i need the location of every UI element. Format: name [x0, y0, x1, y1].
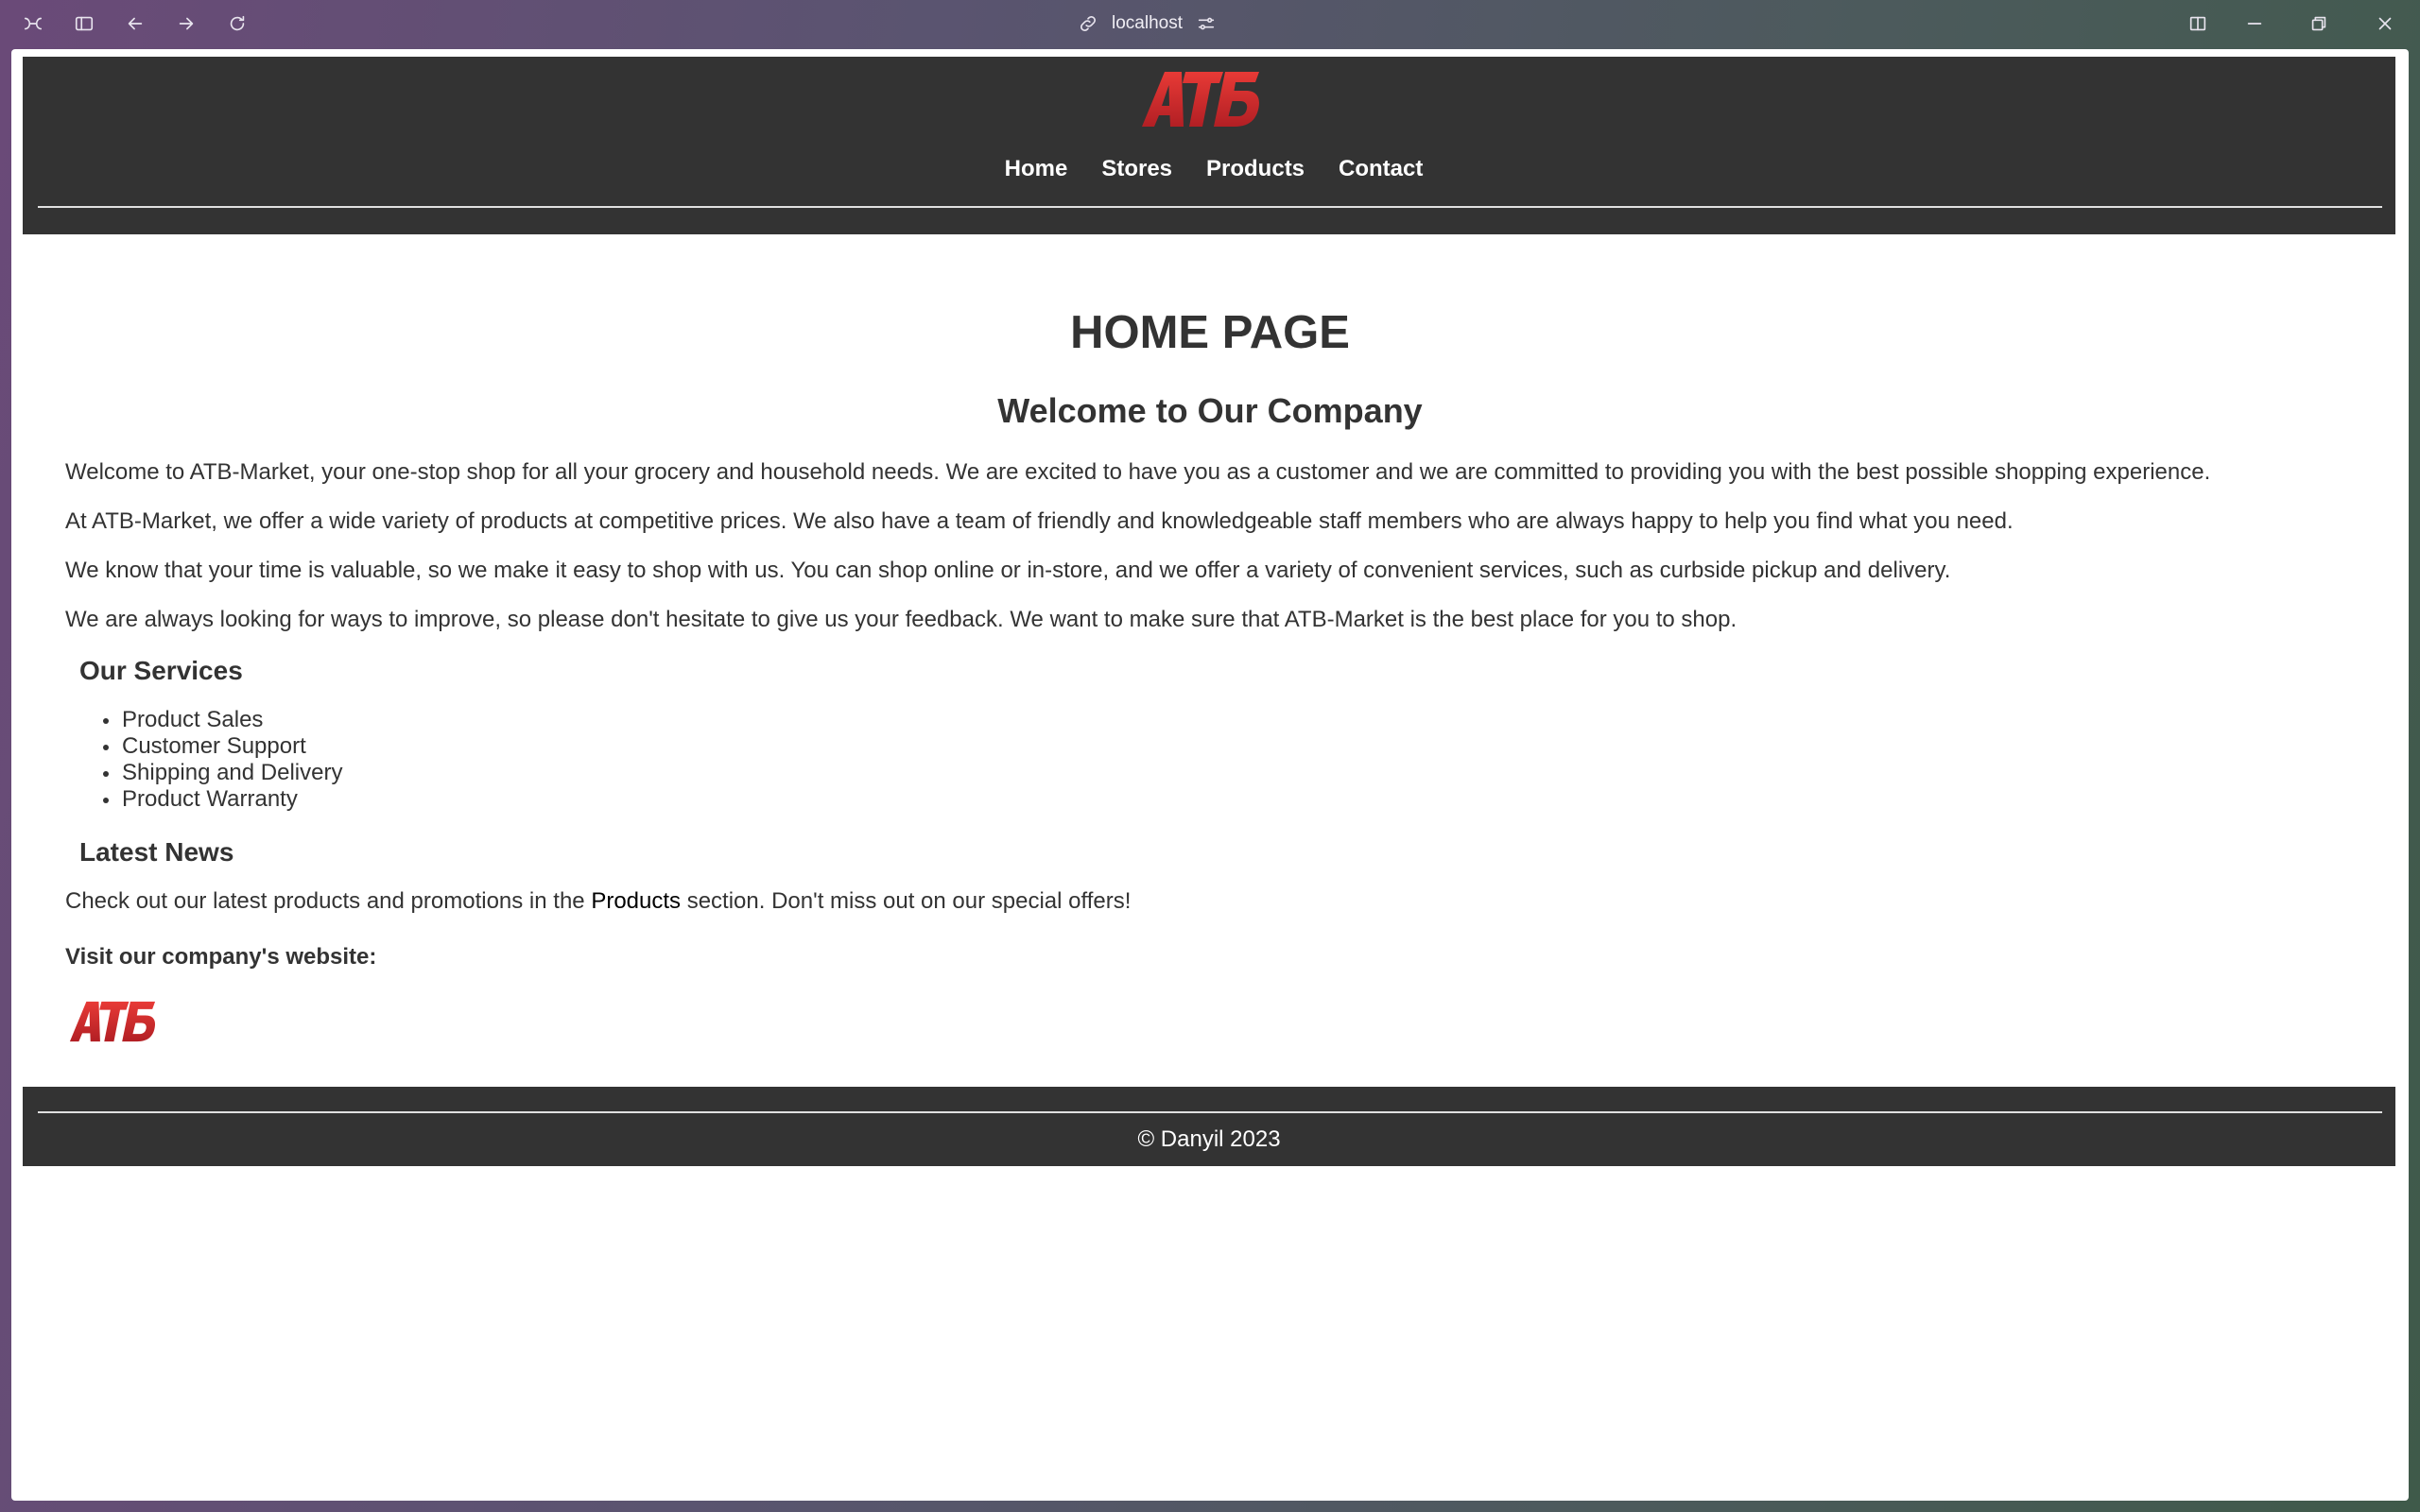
atb-website-logo-link[interactable] [65, 999, 160, 1044]
nav-contact[interactable]: Contact [1339, 156, 1423, 182]
visit-website-label: Visit our company's website: [65, 944, 377, 970]
news-heading: Latest News [79, 837, 234, 867]
address-bar[interactable]: localhost [1078, 8, 1217, 40]
reload-icon[interactable] [223, 9, 251, 38]
back-arrow-icon[interactable] [121, 9, 149, 38]
browser-logo-icon[interactable] [19, 9, 47, 38]
nav-stores[interactable]: Stores [1101, 156, 1172, 182]
site-settings-icon[interactable] [1196, 13, 1217, 34]
sidebar-toggle-icon[interactable] [70, 9, 98, 38]
header-divider [38, 206, 2382, 208]
news-text-before: Check out our latest products and promot… [65, 888, 592, 914]
restore-icon[interactable] [2305, 9, 2333, 38]
service-item: Customer Support [102, 733, 342, 760]
link-icon [1080, 16, 1096, 31]
news-text-after: section. Don't miss out on our special o… [681, 888, 1132, 914]
news-paragraph: Check out our latest products and promot… [65, 888, 1131, 915]
nav-products[interactable]: Products [1206, 156, 1305, 182]
services-list: Product Sales Customer Support Shipping … [102, 707, 343, 813]
url-text: localhost [1112, 13, 1183, 33]
site-header: Home Stores Products Contact [23, 57, 2395, 234]
service-item: Shipping and Delivery [102, 760, 343, 785]
copyright-text: © Danyil 2023 [1137, 1126, 1281, 1152]
service-item: Product Sales [102, 707, 342, 733]
minimize-icon[interactable] [2240, 9, 2269, 38]
site-footer: © Danyil 2023 [23, 1087, 2395, 1166]
intro-paragraph-1: Welcome to ATB-Market, your one-stop sho… [65, 459, 2211, 485]
services-heading: Our Services [79, 656, 243, 685]
intro-paragraph-2: At ATB-Market, we offer a wide variety o… [65, 508, 2014, 534]
forward-arrow-icon[interactable] [172, 9, 200, 38]
split-view-icon[interactable] [2184, 9, 2212, 38]
nav-home[interactable]: Home [1005, 156, 1068, 182]
browser-toolbar: localhost [0, 0, 2420, 47]
page-title: HOME PAGE [1070, 307, 1350, 358]
footer-divider [38, 1111, 2382, 1113]
page-viewport: Home Stores Products Contact HOME PAGE W… [11, 49, 2409, 1501]
welcome-heading: Welcome to Our Company [997, 391, 1423, 430]
main-nav: Home Stores Products Contact [23, 156, 2395, 182]
intro-paragraph-4: We are always looking for ways to improv… [65, 607, 1737, 632]
service-item: Product Warranty [102, 786, 342, 813]
atb-logo[interactable] [1140, 68, 1261, 130]
close-icon[interactable] [2371, 9, 2399, 38]
products-link[interactable]: Products [591, 888, 681, 914]
intro-paragraph-3: We know that your time is valuable, so w… [65, 558, 1951, 583]
